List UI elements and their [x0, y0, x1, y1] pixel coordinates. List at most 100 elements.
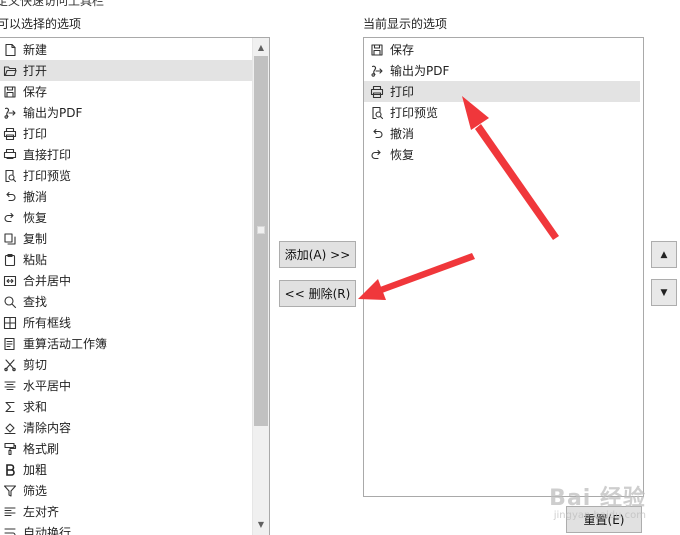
quick-print-icon — [3, 148, 17, 162]
available-option-item[interactable]: 合并居中 — [0, 270, 252, 291]
current-option-item-label: 保存 — [390, 43, 415, 57]
all-borders-icon — [3, 316, 17, 330]
print-icon — [3, 127, 17, 141]
available-option-item-label: 所有框线 — [23, 316, 72, 330]
scrollbar-thumb[interactable] — [254, 56, 268, 426]
available-option-item[interactable]: 直接打印 — [0, 144, 252, 165]
available-option-item[interactable]: 复制 — [0, 228, 252, 249]
available-option-item[interactable]: 新建 — [0, 39, 252, 60]
undo-icon — [3, 190, 17, 204]
current-option-item[interactable]: 撤消 — [364, 123, 643, 144]
available-option-item[interactable]: 筛选 — [0, 480, 252, 501]
save-icon — [370, 43, 384, 57]
available-option-item-label: 打开 — [23, 64, 48, 78]
available-option-item-label: 剪切 — [23, 358, 48, 372]
move-down-button[interactable]: ▼ — [651, 279, 677, 306]
available-option-item[interactable]: 撤消 — [0, 186, 252, 207]
available-option-item-label: 打印 — [23, 127, 48, 141]
scroll-down-arrow-icon[interactable]: ▼ — [253, 516, 269, 532]
available-option-item-label: 粘贴 — [23, 253, 48, 267]
available-option-item-label: 筛选 — [23, 484, 48, 498]
available-option-item[interactable]: 粘贴 — [0, 249, 252, 270]
current-option-item[interactable]: 恢复 — [364, 144, 643, 165]
current-option-item[interactable]: 保存 — [364, 39, 643, 60]
recalculate-icon — [3, 337, 17, 351]
available-options-scrollbar[interactable]: ▲ ▼ — [252, 38, 269, 535]
available-option-item[interactable]: 打印预览 — [0, 165, 252, 186]
available-option-item[interactable]: 打开 — [0, 60, 252, 81]
available-option-item[interactable]: 重算活动工作簿 — [0, 333, 252, 354]
available-option-item[interactable]: 恢复 — [0, 207, 252, 228]
current-option-item-label: 打印预览 — [390, 106, 439, 120]
remove-button[interactable]: << 删除(R) — [279, 280, 356, 307]
undo-icon — [370, 127, 384, 141]
export-pdf-icon — [3, 106, 17, 120]
merge-center-icon — [3, 274, 17, 288]
available-option-item[interactable]: 水平居中 — [0, 375, 252, 396]
available-option-item-label: 保存 — [23, 85, 48, 99]
sum-icon — [3, 400, 17, 414]
current-option-item[interactable]: 输出为PDF — [364, 60, 643, 81]
available-option-item-label: 新建 — [23, 43, 48, 57]
current-option-item-label: 恢复 — [390, 148, 415, 162]
current-option-item-label: 打印 — [390, 85, 415, 99]
move-down-icon: ▼ — [660, 287, 668, 298]
scrollbar-grip-icon — [257, 226, 265, 234]
available-option-item-label: 水平居中 — [23, 379, 72, 393]
available-option-item[interactable]: 剪切 — [0, 354, 252, 375]
wrap-text-icon — [3, 526, 17, 535]
current-options-items: 保存输出为PDF 打印打印预览撤消恢复 — [364, 39, 643, 165]
available-option-item[interactable]: 保存 — [0, 81, 252, 102]
available-option-item[interactable]: 格式刷 — [0, 438, 252, 459]
available-option-item-label: 撤消 — [23, 190, 48, 204]
current-option-item[interactable]: 打印 — [364, 81, 640, 102]
available-options-list[interactable]: 新建打开保存输出为PDF 打印直接打印打印预览撤消恢复复制粘贴合并居中查找所有框线… — [0, 37, 270, 535]
available-option-item-label: 加粗 — [23, 463, 48, 477]
available-option-item[interactable]: 查找 — [0, 291, 252, 312]
paste-icon — [3, 253, 17, 267]
available-option-item-label: 打印预览 — [23, 169, 72, 183]
current-option-item-label: 输出为PDF — [390, 64, 450, 78]
available-option-item[interactable]: 求和 — [0, 396, 252, 417]
left-pane-label: 可以选择的选项 — [0, 17, 82, 31]
print-preview-icon — [3, 169, 17, 183]
watermark: Bai 经验 jingyan.baidu.com — [549, 480, 646, 521]
new-file-icon — [3, 43, 17, 57]
current-options-list[interactable]: 保存输出为PDF 打印打印预览撤消恢复 — [363, 37, 644, 497]
align-left-icon — [3, 505, 17, 519]
filter-icon — [3, 484, 17, 498]
available-option-item[interactable]: 打印 — [0, 123, 252, 144]
available-option-item[interactable]: 加粗 — [0, 459, 252, 480]
available-option-item-label: 左对齐 — [23, 505, 60, 519]
scroll-up-arrow-icon[interactable]: ▲ — [253, 39, 269, 55]
open-folder-icon — [3, 64, 17, 78]
available-option-item-label: 自动换行 — [23, 526, 72, 535]
clear-content-icon — [3, 421, 17, 435]
dialog-title: 定义快速访问工具栏 — [0, 0, 105, 8]
bold-icon — [3, 463, 17, 477]
export-pdf-icon — [370, 64, 384, 78]
available-option-item[interactable]: 输出为PDF — [0, 102, 252, 123]
available-option-item-label: 重算活动工作簿 — [23, 337, 108, 351]
available-option-item-label: 查找 — [23, 295, 48, 309]
move-up-button[interactable]: ▲ — [651, 241, 677, 268]
available-option-item-label: 合并居中 — [23, 274, 72, 288]
move-up-icon: ▲ — [660, 249, 668, 260]
available-option-item[interactable]: 所有框线 — [0, 312, 252, 333]
align-center-icon — [3, 379, 17, 393]
available-option-item[interactable]: 清除内容 — [0, 417, 252, 438]
watermark-sub: jingyan.baidu.com — [553, 510, 646, 521]
available-option-item[interactable]: 自动换行 — [0, 522, 252, 535]
find-icon — [3, 295, 17, 309]
available-option-item-label: 恢复 — [23, 211, 48, 225]
available-option-item-label: 复制 — [23, 232, 48, 246]
print-icon — [370, 85, 384, 99]
copy-icon — [3, 232, 17, 246]
right-pane-label: 当前显示的选项 — [363, 17, 448, 31]
current-option-item[interactable]: 打印预览 — [364, 102, 643, 123]
available-option-item[interactable]: 左对齐 — [0, 501, 252, 522]
add-button[interactable]: 添加(A) >> — [279, 241, 356, 268]
redo-icon — [3, 211, 17, 225]
available-option-item-label: 格式刷 — [23, 442, 60, 456]
available-option-item-label: 直接打印 — [23, 148, 72, 162]
